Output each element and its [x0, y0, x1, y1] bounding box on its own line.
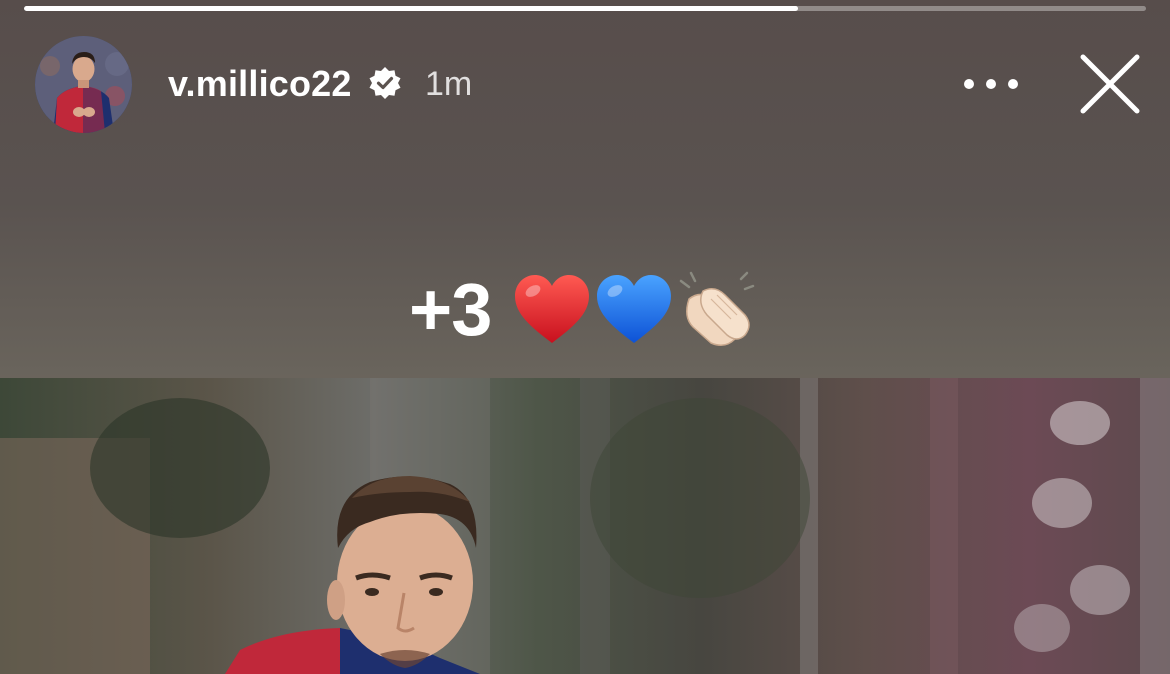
more-dots-icon — [964, 79, 1018, 89]
clapping-hands-icon — [680, 271, 755, 346]
story-caption: +3 — [409, 268, 757, 352]
player-photo-image — [0, 378, 1170, 674]
username[interactable]: v.millico22 — [168, 62, 352, 106]
close-button[interactable] — [1076, 50, 1144, 118]
avatar[interactable] — [35, 36, 132, 133]
post-time: 1m — [425, 65, 473, 103]
story-progress-fill — [24, 6, 799, 11]
avatar-image — [35, 36, 132, 133]
story-progress-bar — [24, 6, 1146, 11]
verified-badge-icon — [369, 67, 401, 99]
caption-text: +3 — [409, 268, 492, 351]
blue-heart-icon — [597, 275, 672, 343]
red-heart-icon — [515, 275, 590, 343]
close-icon — [1080, 54, 1140, 114]
story-photo — [0, 378, 1170, 674]
story-viewer[interactable]: v.millico22 1m +3 — [0, 0, 1170, 674]
more-options-button[interactable] — [955, 62, 1027, 106]
